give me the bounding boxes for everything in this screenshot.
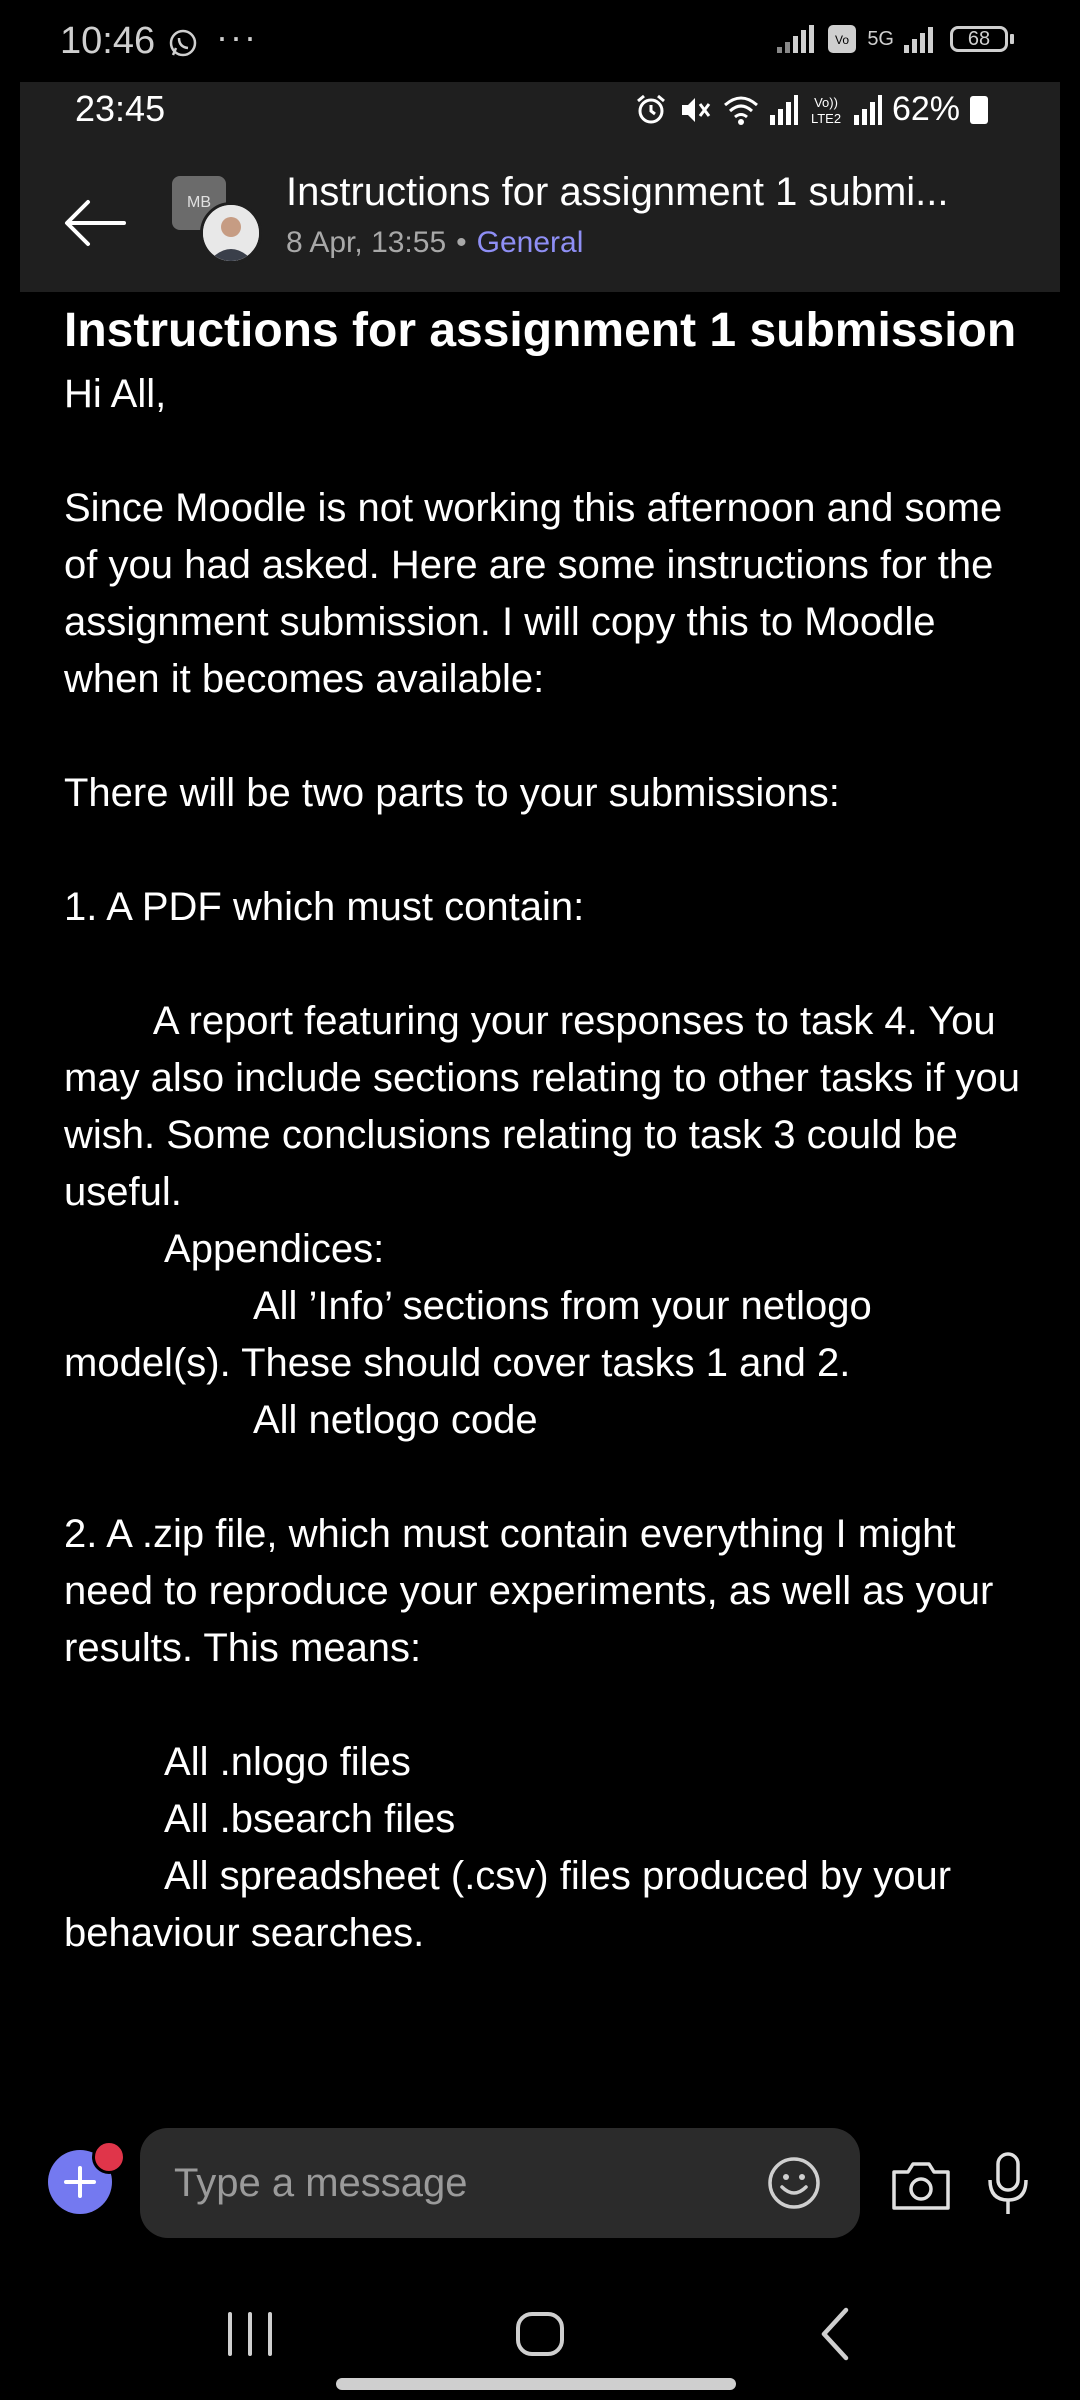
volte-lte-icon: Vo)) LTE2 — [811, 95, 841, 126]
channel-link[interactable]: General — [477, 226, 584, 259]
post-date: 8 Apr, 13:55 — [286, 226, 447, 259]
svg-text:LTE2: LTE2 — [811, 111, 841, 126]
mute-icon — [681, 97, 711, 122]
arrow-left-icon — [65, 200, 126, 246]
battery-tip — [1010, 34, 1014, 44]
meta-separator: • — [456, 226, 467, 259]
status-clock: 23:45 — [75, 88, 166, 129]
svg-text:Vo: Vo — [835, 33, 849, 47]
author-avatar — [200, 202, 262, 264]
network-5g-label: 5G — [867, 27, 894, 50]
system-navigation-bar — [0, 2280, 1080, 2400]
device-battery-icon: 68 — [950, 26, 1008, 52]
svg-text:Vo)): Vo)) — [814, 95, 838, 110]
device-status-icons: Vo 5G 68 — [777, 24, 1014, 54]
message-placeholder: Type a message — [174, 2160, 468, 2205]
post-meta: 8 Apr, 13:55 • General — [286, 226, 583, 260]
system-back-icon[interactable] — [810, 2304, 862, 2364]
signal-icon-2 — [904, 27, 933, 53]
more-notifications-icon: ··· — [216, 16, 258, 57]
gesture-handle[interactable] — [336, 2378, 736, 2390]
post-body: Hi All, Since Moodle is not working this… — [64, 372, 1021, 1955]
camera-icon[interactable] — [890, 2158, 952, 2212]
signal-bars-icon-2 — [853, 94, 882, 125]
battery-percent: 62% — [891, 90, 960, 128]
signal-icon — [777, 25, 815, 53]
back-button[interactable] — [60, 188, 130, 258]
status-icons: Vo)) LTE2 62% — [634, 90, 988, 129]
device-status-bar: 10:46 ··· Vo 5G 68 — [0, 0, 1080, 80]
volte-icon: Vo — [828, 25, 857, 53]
post-title: Instructions for assignment 1 submission — [64, 304, 1017, 357]
conversation-header: MB Instructions for assignment 1 submi..… — [20, 160, 1060, 290]
notification-dot — [92, 2140, 126, 2174]
emoji-icon[interactable] — [766, 2155, 822, 2211]
plus-icon — [64, 2166, 96, 2198]
battery-icon — [970, 95, 988, 124]
post-title-header: Instructions for assignment 1 submi... — [286, 170, 949, 214]
home-icon[interactable] — [512, 2306, 568, 2362]
device-clock: 10:46 — [60, 20, 156, 62]
post-content: Instructions for assignment 1 submission… — [64, 296, 1024, 1962]
message-composer: Type a message — [0, 2120, 1080, 2250]
alarm-icon — [636, 94, 665, 123]
recent-apps-icon[interactable] — [220, 2306, 280, 2362]
whatsapp-icon — [169, 29, 197, 57]
microphone-icon[interactable] — [986, 2152, 1030, 2216]
person-photo-icon — [203, 205, 259, 261]
wifi-icon — [723, 96, 758, 125]
signal-bars-icon — [769, 94, 798, 125]
message-input[interactable]: Type a message — [140, 2128, 860, 2238]
